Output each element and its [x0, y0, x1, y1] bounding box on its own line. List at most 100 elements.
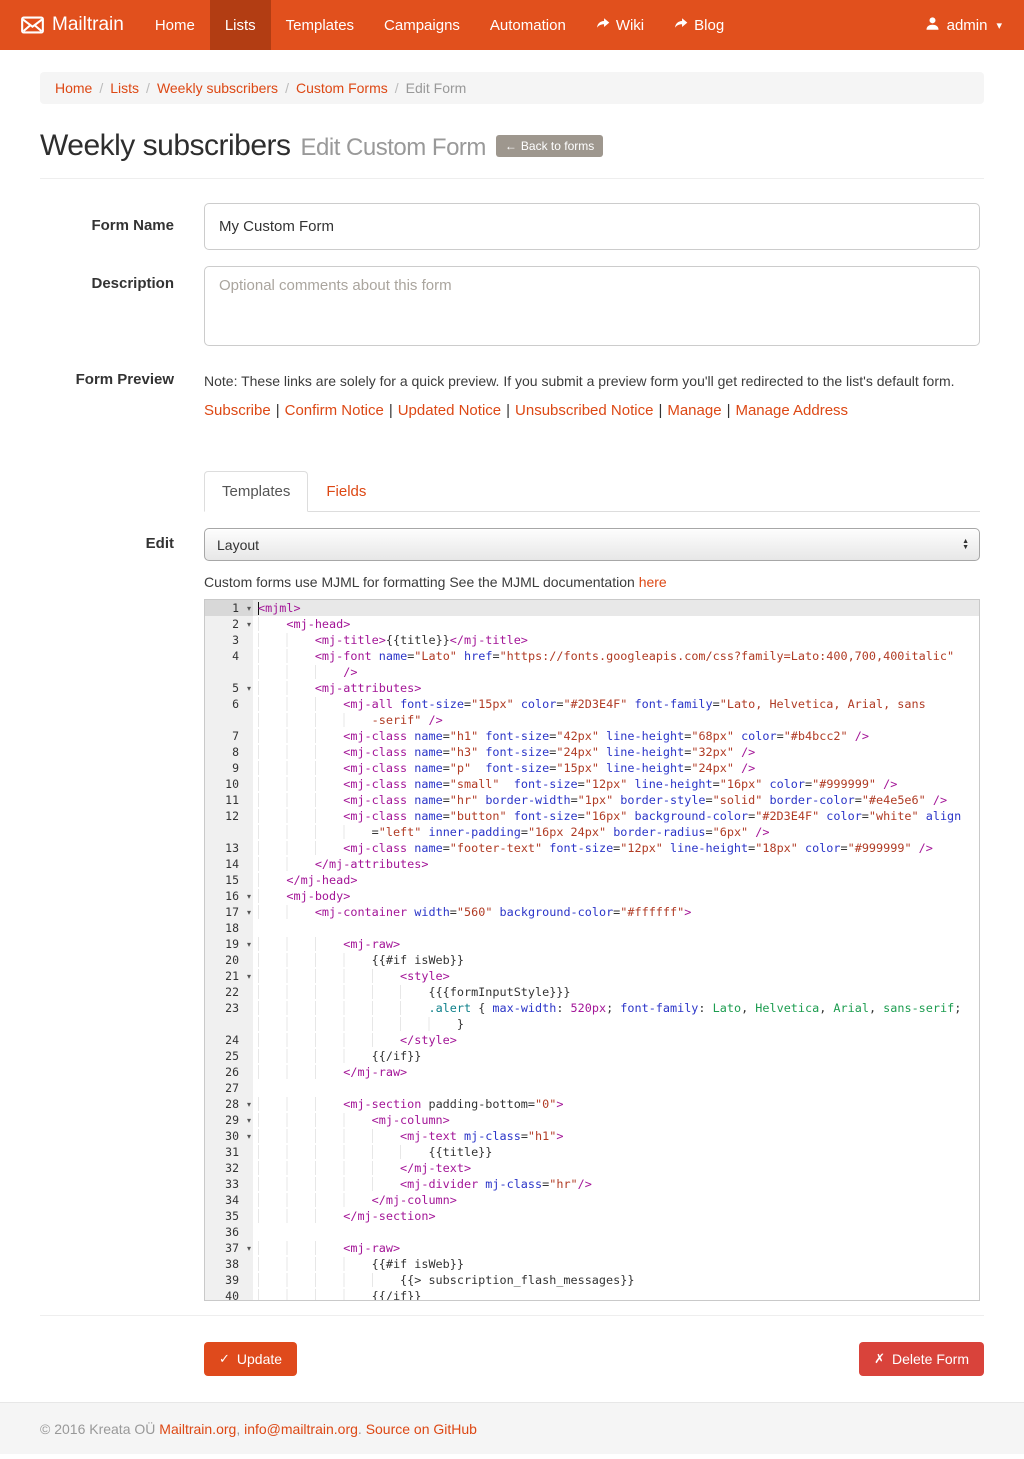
breadcrumb: Home/Lists/Weekly subscribers/Custom For… [40, 72, 984, 104]
line-number: 28▾ [205, 1096, 253, 1112]
fold-arrow-icon[interactable]: ▾ [247, 905, 251, 921]
fold-arrow-icon[interactable]: ▾ [247, 1129, 251, 1145]
nav-item-home[interactable]: Home [140, 0, 210, 50]
navbar: Mailtrain Home Lists TemplatesCampaignsAut… [0, 0, 1024, 50]
editor-row: 18 [205, 920, 979, 936]
editor-row: 34 </mj-column> [205, 1192, 979, 1208]
preview-link-confirm-notice[interactable]: Confirm Notice [285, 402, 384, 419]
fold-arrow-icon[interactable]: ▾ [247, 1097, 251, 1113]
mjml-docs-link[interactable]: here [639, 574, 667, 590]
code-line: <mj-title>{{title}}</mj-title> [253, 632, 979, 648]
x-icon: ✗ [874, 1351, 885, 1367]
code-line: <mj-text mj-class="h1"> [253, 1128, 979, 1144]
editor-row: 35 </mj-section> [205, 1208, 979, 1224]
preview-link-separator: | [658, 402, 662, 419]
editor-row: 6 <mj-all font-size="15px" color="#2D3E4… [205, 696, 979, 712]
tab-templates[interactable]: Templates [204, 471, 308, 512]
line-number: 6 [205, 696, 253, 712]
user-menu[interactable]: admin ▾ [903, 0, 1024, 50]
editor-row: 24 </style> [205, 1032, 979, 1048]
breadcrumb-link-lists[interactable]: Lists [110, 80, 139, 96]
line-number: 30▾ [205, 1128, 253, 1144]
brand-label: Mailtrain [52, 14, 124, 36]
code-line: <mj-class name="h1" font-size="42px" lin… [253, 728, 979, 744]
breadcrumb-link-home[interactable]: Home [55, 80, 92, 96]
form-name-label: Form Name [40, 203, 174, 250]
editor-row: 4 <mj-font name="Lato" href="https://fon… [205, 648, 979, 664]
nav-item-campaigns[interactable]: Campaigns [369, 0, 475, 50]
footer-link-source-on-github[interactable]: Source on GitHub [366, 1421, 477, 1437]
code-line: {{#if isWeb}} [253, 1256, 979, 1272]
back-arrow-icon: ← [505, 139, 517, 153]
preview-link-unsubscribed-notice[interactable]: Unsubscribed Notice [515, 402, 653, 419]
footer-link-info-mailtrain-org[interactable]: info@mailtrain.org [244, 1421, 358, 1437]
page-subtitle: Edit Custom Form [301, 134, 486, 161]
form-actions: ✓ Update ✗ Delete Form [204, 1342, 984, 1376]
code-line: <mj-section padding-bottom="0"> [253, 1096, 979, 1112]
breadcrumb-link-custom-forms[interactable]: Custom Forms [296, 80, 388, 96]
fold-arrow-icon[interactable]: ▾ [247, 937, 251, 953]
editor-row: 15 </mj-head> [205, 872, 979, 888]
user-icon [925, 16, 940, 35]
code-line: .alert { max-width: 520px; font-family: … [253, 1000, 979, 1016]
nav-item-automation[interactable]: Automation [475, 0, 581, 50]
template-select[interactable]: Layout ▲▼ [204, 528, 980, 561]
line-number: 35 [205, 1208, 253, 1224]
code-line [253, 920, 979, 936]
code-line: ="left" inner-padding="16px 24px" border… [253, 824, 979, 840]
fold-arrow-icon[interactable]: ▾ [247, 1113, 251, 1129]
code-line: </style> [253, 1032, 979, 1048]
envelope-icon [21, 16, 44, 34]
fold-arrow-icon[interactable]: ▾ [247, 969, 251, 985]
nav-item-templates[interactable]: Templates [271, 0, 369, 50]
share-arrow-icon [674, 16, 688, 34]
editor-row: 32 </mj-text> [205, 1160, 979, 1176]
description-textarea[interactable] [204, 266, 980, 346]
editor-row: 31 {{title}} [205, 1144, 979, 1160]
editor-row: 1▾<mjml> [205, 600, 979, 616]
nav-item-lists[interactable]: Lists [210, 0, 271, 50]
actions-divider [40, 1315, 984, 1316]
code-line: <mj-class name="footer-text" font-size="… [253, 840, 979, 856]
editor-row: } [205, 1016, 979, 1032]
line-number: 25 [205, 1048, 253, 1064]
preview-link-manage-address[interactable]: Manage Address [735, 402, 848, 419]
nav-item-wiki[interactable]: Wiki [581, 0, 659, 50]
editor-row: 8 <mj-class name="h3" font-size="24px" l… [205, 744, 979, 760]
line-number: 22 [205, 984, 253, 1000]
update-button[interactable]: ✓ Update [204, 1342, 297, 1376]
editor-row: 36 [205, 1224, 979, 1240]
fold-arrow-icon[interactable]: ▾ [247, 889, 251, 905]
editor-row: 22 {{{formInputStyle}}} [205, 984, 979, 1000]
footer-link-mailtrain-org[interactable]: Mailtrain.org [159, 1421, 236, 1437]
editor-row: 39 {{> subscription_flash_messages}} [205, 1272, 979, 1288]
form-tabs: TemplatesFields [204, 471, 980, 512]
brand-link[interactable]: Mailtrain [0, 0, 140, 50]
preview-link-subscribe[interactable]: Subscribe [204, 402, 271, 419]
line-number: 38 [205, 1256, 253, 1272]
line-number: 18 [205, 920, 253, 936]
nav-item-blog[interactable]: Blog [659, 0, 739, 50]
code-line: <mj-head> [253, 616, 979, 632]
breadcrumb-current: Edit Form [406, 80, 467, 96]
breadcrumb-link-weekly-subscribers[interactable]: Weekly subscribers [157, 80, 278, 96]
line-number: 40 [205, 1288, 253, 1301]
delete-form-button[interactable]: ✗ Delete Form [859, 1342, 984, 1376]
code-editor[interactable]: 1▾<mjml>2▾ <mj-head>3 <mj-title>{{title}… [204, 599, 980, 1301]
code-line [253, 1224, 979, 1240]
line-number: 5▾ [205, 680, 253, 696]
nav-item-label: Blog [694, 17, 724, 34]
form-name-input[interactable] [204, 203, 980, 250]
tab-fields[interactable]: Fields [308, 471, 384, 512]
preview-link-manage[interactable]: Manage [667, 402, 721, 419]
preview-link-updated-notice[interactable]: Updated Notice [398, 402, 501, 419]
fold-arrow-icon[interactable]: ▾ [247, 681, 251, 697]
back-to-forms-button[interactable]: ← Back to forms [496, 135, 603, 157]
nav-item-label: Lists [225, 17, 256, 34]
fold-arrow-icon[interactable]: ▾ [247, 617, 251, 633]
fold-arrow-icon[interactable]: ▾ [247, 1241, 251, 1257]
code-line: <mj-class name="small" font-size="12px" … [253, 776, 979, 792]
line-number: 13 [205, 840, 253, 856]
fold-arrow-icon[interactable]: ▾ [247, 601, 251, 617]
line-number: 21▾ [205, 968, 253, 984]
